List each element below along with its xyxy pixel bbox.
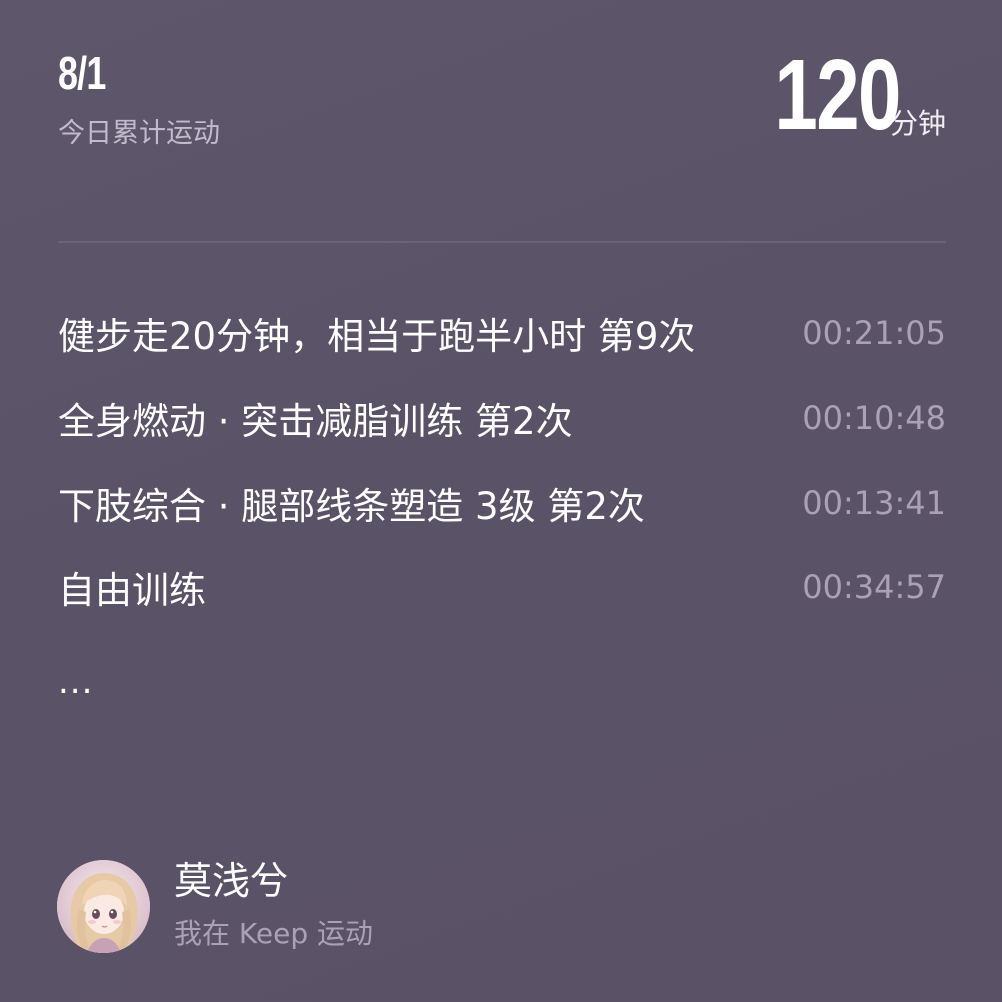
workout-name: 下肢综合 · 腿部线条塑造 3级 第2次 bbox=[58, 485, 645, 528]
workout-name: 全身燃动 · 突击减脂训练 第2次 bbox=[58, 400, 573, 443]
workout-row[interactable]: 全身燃动 · 突击减脂训练 第2次 00:10:48 bbox=[58, 394, 946, 443]
workout-row[interactable]: 下肢综合 · 腿部线条塑造 3级 第2次 00:13:41 bbox=[58, 479, 946, 528]
total-duration-value: 120 bbox=[774, 39, 902, 151]
anime-girl-avatar-icon bbox=[57, 860, 150, 953]
share-card: 8/1 今日累计运动 120 分钟 健步走20分钟，相当于跑半小时 第9次 00… bbox=[0, 0, 1002, 1002]
divider bbox=[58, 241, 946, 243]
workout-row[interactable]: 健步走20分钟，相当于跑半小时 第9次 00:21:05 bbox=[58, 309, 946, 358]
workout-duration: 00:10:48 bbox=[802, 399, 946, 437]
more-indicator: ... bbox=[58, 662, 94, 702]
total-duration: 120 分钟 bbox=[739, 39, 946, 151]
workout-name: 自由训练 bbox=[58, 569, 206, 612]
workout-duration: 00:21:05 bbox=[802, 314, 946, 352]
workout-row[interactable]: 自由训练 00:34:57 bbox=[58, 563, 946, 612]
workout-duration: 00:13:41 bbox=[802, 484, 946, 522]
user-name: 莫浅兮 bbox=[174, 859, 289, 903]
daily-total-label: 今日累计运动 bbox=[58, 118, 220, 149]
user-subtitle: 我在 Keep 运动 bbox=[174, 917, 373, 950]
avatar[interactable] bbox=[57, 860, 150, 953]
workout-name: 健步走20分钟，相当于跑半小时 第9次 bbox=[58, 315, 696, 358]
date: 8/1 bbox=[58, 47, 106, 99]
workout-duration: 00:34:57 bbox=[802, 568, 946, 606]
